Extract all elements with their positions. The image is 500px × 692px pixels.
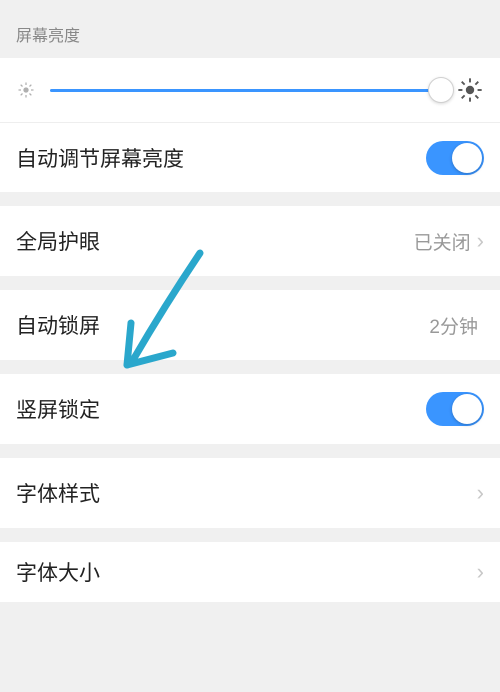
chevron-right-icon: ›	[477, 482, 484, 504]
eye-protection-row[interactable]: 全局护眼 已关闭 ›	[0, 206, 500, 276]
brightness-slider-track[interactable]	[50, 89, 442, 92]
font-style-row[interactable]: 字体样式 ›	[0, 458, 500, 528]
auto-brightness-label: 自动调节屏幕亮度	[16, 143, 426, 173]
orientation-lock-label: 竖屏锁定	[16, 394, 426, 424]
brightness-slider-row[interactable]	[0, 58, 500, 122]
auto-lock-label: 自动锁屏	[16, 310, 429, 340]
toggle-knob	[452, 143, 482, 173]
section-gap	[0, 192, 500, 206]
section-gap	[0, 276, 500, 290]
font-style-label: 字体样式	[16, 478, 477, 508]
chevron-right-icon: ›	[477, 561, 484, 583]
font-size-label: 字体大小	[16, 557, 477, 587]
brightness-slider-thumb[interactable]	[428, 77, 454, 103]
orientation-lock-row[interactable]: 竖屏锁定	[0, 374, 500, 444]
eye-protection-label: 全局护眼	[16, 226, 414, 256]
font-size-row[interactable]: 字体大小 ›	[0, 542, 500, 602]
brightness-low-icon	[16, 80, 36, 100]
section-gap	[0, 444, 500, 458]
brightness-high-icon	[456, 76, 484, 104]
auto-lock-value: 2分钟	[429, 312, 478, 339]
section-gap	[0, 528, 500, 542]
eye-protection-value: 已关闭	[414, 228, 471, 255]
auto-brightness-row[interactable]: 自动调节屏幕亮度	[0, 122, 500, 192]
brightness-section-header: 屏幕亮度	[0, 0, 500, 58]
auto-lock-row[interactable]: 自动锁屏 2分钟	[0, 290, 500, 360]
section-gap	[0, 360, 500, 374]
toggle-knob	[452, 394, 482, 424]
orientation-lock-toggle[interactable]	[426, 392, 484, 426]
chevron-right-icon: ›	[477, 230, 484, 252]
auto-brightness-toggle[interactable]	[426, 141, 484, 175]
